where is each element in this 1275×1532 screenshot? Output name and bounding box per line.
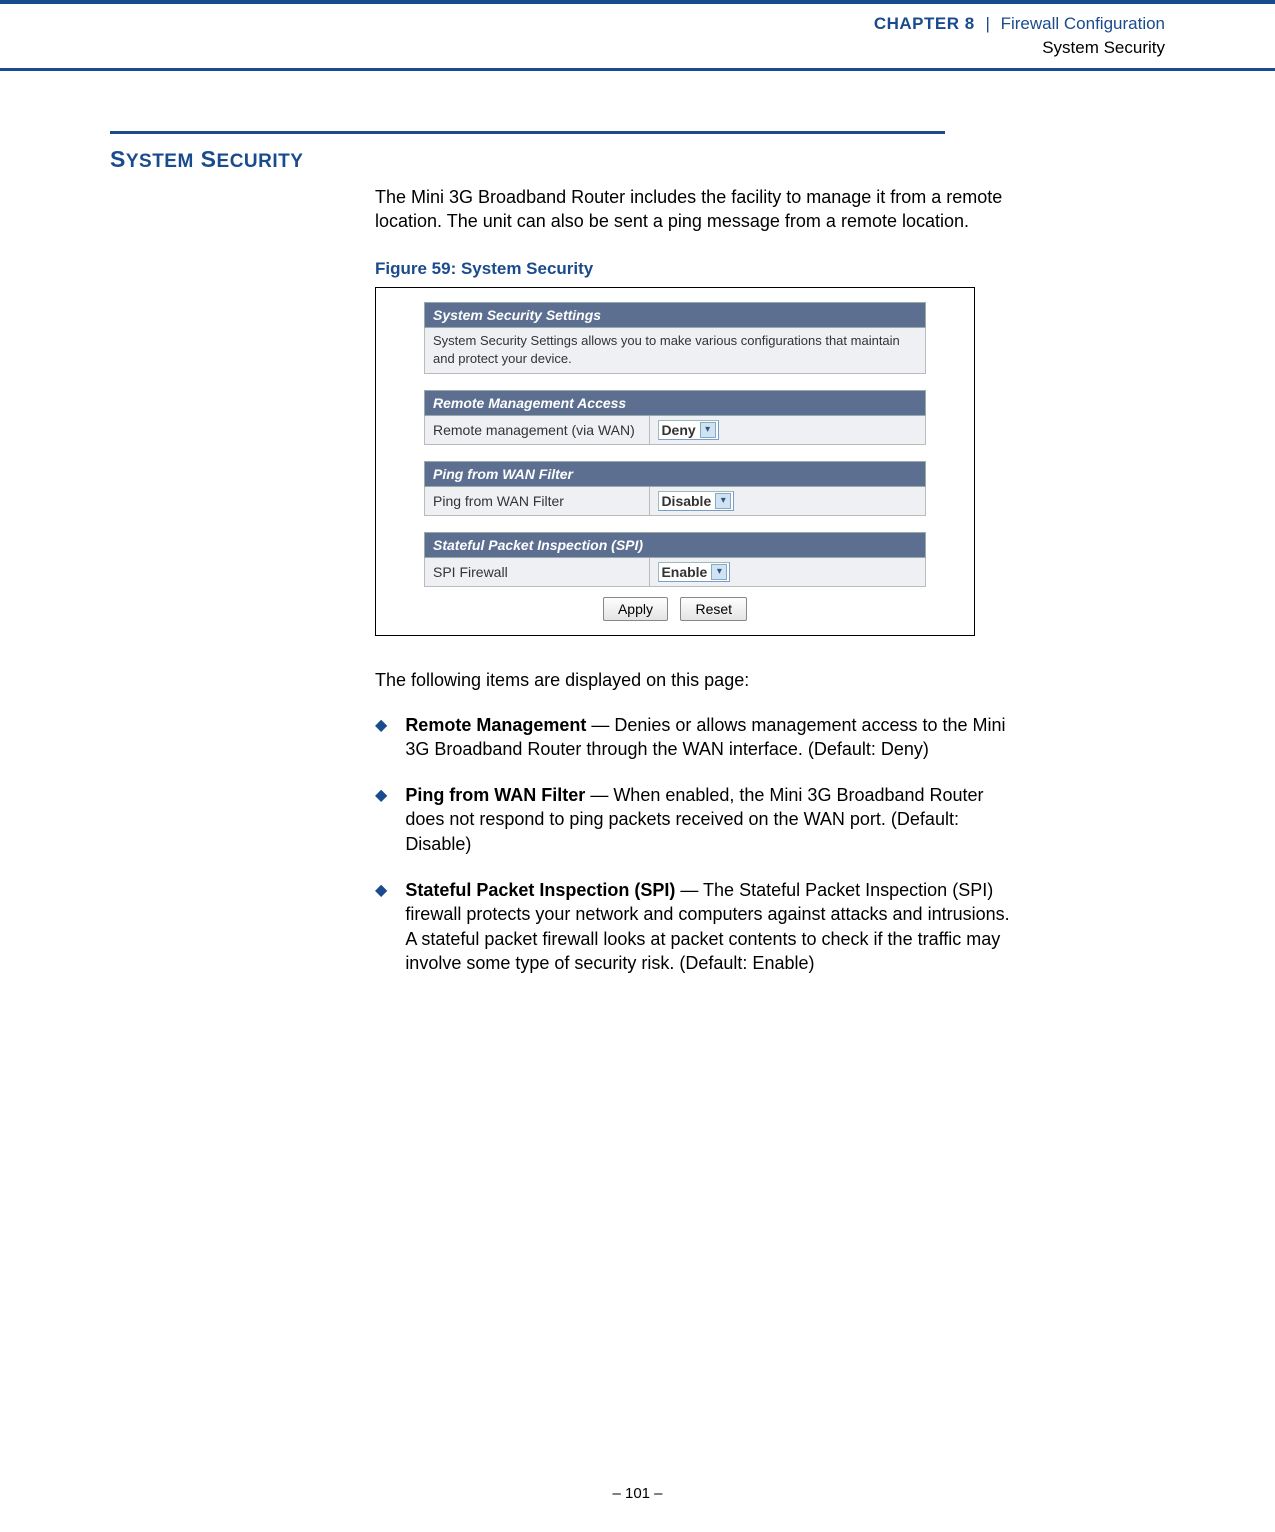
page-footer: – 101 – [0, 1485, 1275, 1502]
ping-filter-label: Ping from WAN Filter [425, 486, 650, 515]
list-item: ◆ Stateful Packet Inspection (SPI) — The… [375, 878, 1015, 975]
chapter-title: Firewall Configuration [1001, 14, 1165, 33]
chevron-down-icon: ▾ [715, 493, 731, 509]
chapter-label: CHAPTER 8 [874, 14, 975, 33]
remote-management-value: Deny [661, 422, 699, 438]
list-item: ◆ Remote Management — Denies or allows m… [375, 713, 1015, 762]
ping-filter-value: Disable [661, 493, 715, 509]
panel-header-remote: Remote Management Access [425, 390, 926, 415]
remote-management-label: Remote management (via WAN) [425, 415, 650, 444]
reset-button[interactable]: Reset [680, 597, 747, 621]
remote-management-cell: Deny ▾ [650, 415, 926, 444]
list-item: ◆ Ping from WAN Filter — When enabled, t… [375, 783, 1015, 856]
bullet-text: Stateful Packet Inspection (SPI) — The S… [405, 878, 1015, 975]
ping-filter-cell: Disable ▾ [650, 486, 926, 515]
panel-header-sys: System Security Settings [425, 303, 926, 328]
chevron-down-icon: ▾ [711, 564, 727, 580]
section-rule [110, 131, 945, 134]
panel-header-spi: Stateful Packet Inspection (SPI) [425, 532, 926, 557]
screenshot-box: System Security Settings System Security… [375, 287, 975, 635]
diamond-icon: ◆ [375, 880, 387, 975]
panel-desc-sys: System Security Settings allows you to m… [425, 328, 926, 373]
diamond-icon: ◆ [375, 715, 387, 762]
bullet-text: Remote Management — Denies or allows man… [405, 713, 1015, 762]
section-heading: SYSTEM SECURITY [110, 146, 1165, 173]
button-row: Apply Reset [424, 597, 926, 621]
spi-cell: Enable ▾ [650, 557, 926, 586]
figure-caption: Figure 59: System Security [375, 259, 1015, 279]
bullet-text: Ping from WAN Filter — When enabled, the… [405, 783, 1015, 856]
ping-filter-panel: Ping from WAN Filter Ping from WAN Filte… [424, 461, 926, 516]
ping-filter-select[interactable]: Disable ▾ [658, 491, 734, 511]
diamond-icon: ◆ [375, 785, 387, 856]
bullet-list: ◆ Remote Management — Denies or allows m… [375, 713, 1015, 976]
page-header: CHAPTER 8 | Firewall Configuration Syste… [0, 4, 1275, 66]
remote-management-panel: Remote Management Access Remote manageme… [424, 390, 926, 445]
intro-paragraph: The Mini 3G Broadband Router includes th… [375, 185, 1015, 234]
system-security-settings-panel: System Security Settings System Security… [424, 302, 926, 373]
follow-paragraph: The following items are displayed on thi… [375, 670, 1015, 691]
spi-value: Enable [661, 564, 711, 580]
spi-select[interactable]: Enable ▾ [658, 562, 730, 582]
spi-label: SPI Firewall [425, 557, 650, 586]
chapter-separator: | [985, 14, 989, 33]
chevron-down-icon: ▾ [700, 422, 716, 438]
remote-management-select[interactable]: Deny ▾ [658, 420, 718, 440]
chapter-subtitle: System Security [0, 36, 1165, 60]
apply-button[interactable]: Apply [603, 597, 668, 621]
spi-panel: Stateful Packet Inspection (SPI) SPI Fir… [424, 532, 926, 587]
panel-header-ping: Ping from WAN Filter [425, 461, 926, 486]
